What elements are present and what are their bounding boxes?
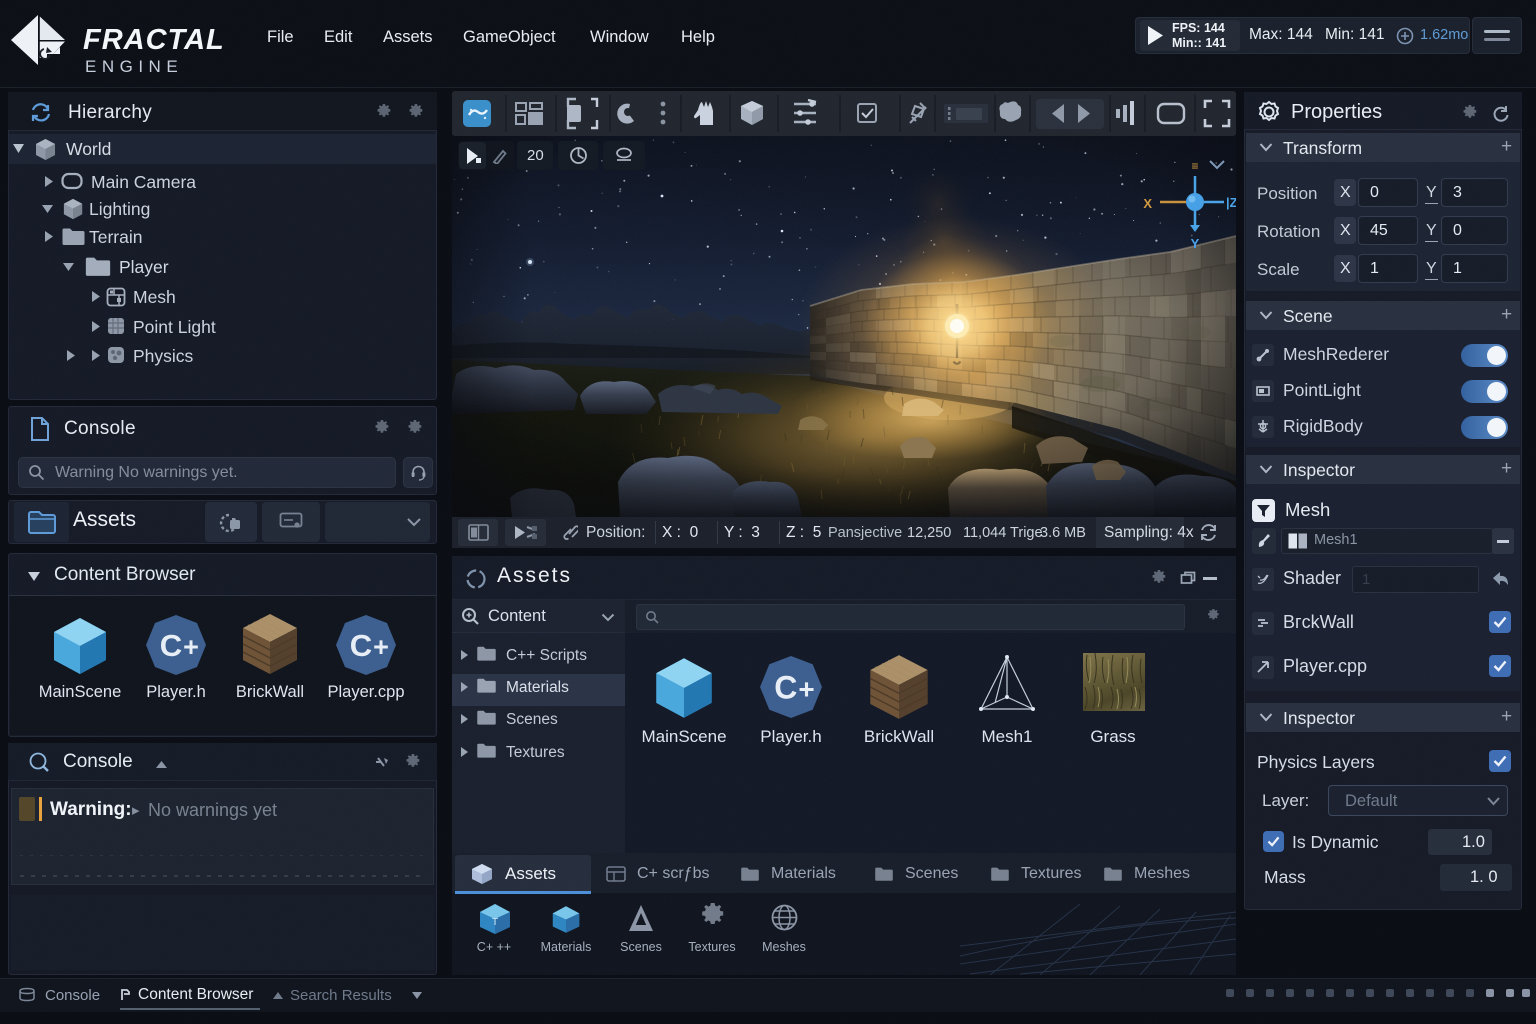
svg-text:T: T (492, 917, 498, 928)
svg-text:Y: Y (1191, 236, 1200, 251)
svg-text:C: C (350, 628, 372, 663)
svg-text:≡: ≡ (1191, 159, 1198, 173)
svg-text:C: C (774, 669, 797, 705)
svg-text:+: + (373, 632, 389, 662)
svg-text:+: + (798, 673, 814, 704)
svg-text:+: + (183, 632, 199, 662)
svg-text:X: X (1143, 196, 1152, 211)
svg-text:|Z: |Z (1226, 195, 1236, 210)
svg-text:C: C (160, 628, 182, 663)
